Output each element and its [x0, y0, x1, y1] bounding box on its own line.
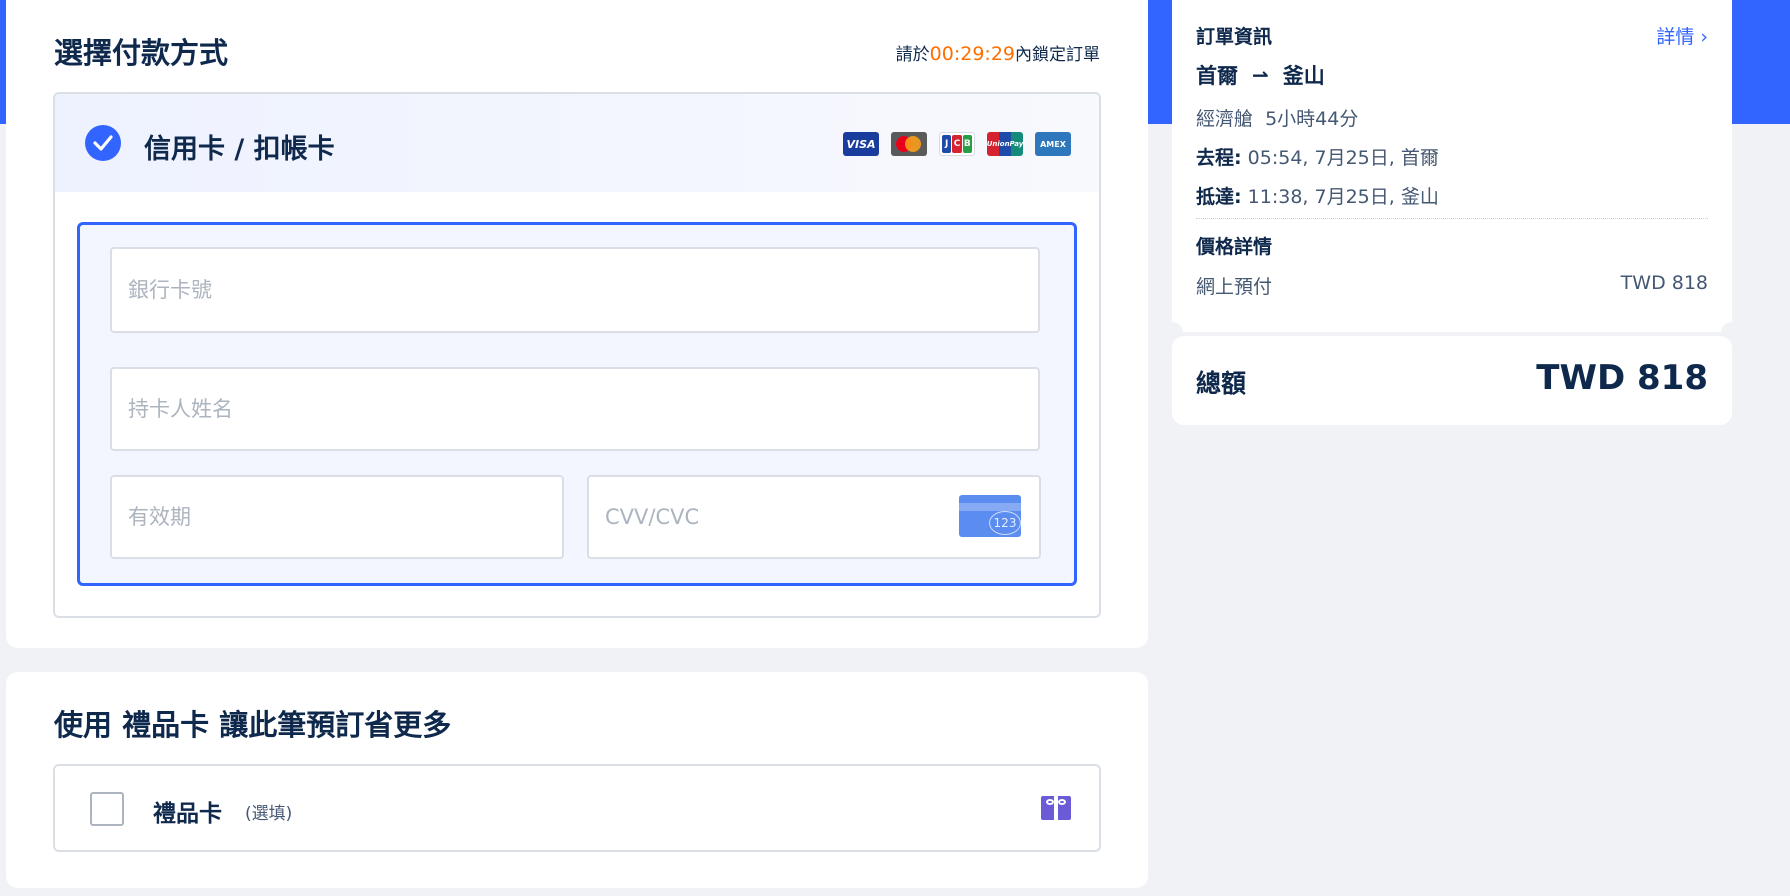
timer-prefix: 請於 [895, 45, 930, 65]
gift-card-label: 禮品卡 [153, 801, 222, 827]
cabin-duration: 經濟艙 5小時44分 [1196, 108, 1359, 130]
unionpay-logo-icon: UnionPay [987, 132, 1023, 156]
arrival-label: 抵達: [1196, 186, 1242, 208]
order-info-title: 訂單資訊 [1196, 26, 1273, 48]
online-prepay-value: TWD 818 [1620, 272, 1708, 294]
card-form: 123 [77, 222, 1077, 586]
card-brand-logos: VISA JCB UnionPay AMEX [843, 132, 1071, 156]
gift-card-optional-note: (選填) [245, 804, 293, 824]
selected-check-icon[interactable] [85, 125, 121, 161]
lock-timer: 請於00:29:29內鎖定訂單 [896, 40, 1100, 65]
cvv-field[interactable]: 123 [587, 475, 1041, 559]
total-value: TWD 818 [1536, 358, 1708, 398]
payment-section: 選擇付款方式 請於00:29:29內鎖定訂單 信用卡 / 扣帳卡 VISA JC… [6, 0, 1148, 648]
cardholder-name-field[interactable] [110, 367, 1040, 451]
mastercard-logo-icon [891, 132, 927, 156]
departure-value: 05:54, 7月25日, 首爾 [1241, 147, 1439, 169]
expiry-field[interactable] [110, 475, 564, 559]
order-summary: 訂單資訊 詳情 › 首爾 ⇀ 釜山 經濟艙 5小時44分 去程: 05:54, … [1161, 0, 1743, 425]
gift-card-checkbox[interactable] [90, 792, 124, 826]
amex-logo-icon: AMEX [1035, 132, 1071, 156]
route-arrow-icon: ⇀ [1252, 63, 1269, 87]
price-details-title: 價格詳情 [1196, 236, 1273, 258]
card-number-field[interactable] [110, 247, 1040, 333]
arrival-info: 抵達: 11:38, 7月25日, 釜山 [1196, 182, 1439, 209]
credit-card-method-header[interactable]: 信用卡 / 扣帳卡 VISA JCB UnionPay AMEX [55, 94, 1099, 192]
departure-label: 去程: [1196, 147, 1242, 169]
total-label: 總額 [1196, 369, 1247, 398]
gift-card-title: 使用 禮品卡 讓此筆預訂省更多 [54, 708, 452, 742]
details-link[interactable]: 詳情 › [1656, 22, 1708, 49]
cardholder-name-input[interactable] [112, 369, 1038, 449]
credit-card-method-label: 信用卡 / 扣帳卡 [144, 134, 335, 165]
cvv-icon-number: 123 [989, 511, 1021, 535]
order-info-panel: 訂單資訊 詳情 › 首爾 ⇀ 釜山 經濟艙 5小時44分 去程: 05:54, … [1172, 0, 1732, 332]
jcb-logo-icon: JCB [939, 132, 975, 156]
gift-card-option[interactable]: 禮品卡 (選填) [53, 764, 1101, 852]
payment-title: 選擇付款方式 [54, 36, 229, 70]
flight-route: 首爾 ⇀ 釜山 [1196, 60, 1325, 90]
route-destination: 釜山 [1282, 64, 1325, 88]
summary-divider [1196, 218, 1708, 219]
credit-card-method: 信用卡 / 扣帳卡 VISA JCB UnionPay AMEX 銀行卡號 持卡… [53, 92, 1101, 618]
total-panel: 總額 TWD 818 [1172, 336, 1732, 425]
route-origin: 首爾 [1196, 64, 1238, 88]
gift-icon [1041, 796, 1071, 820]
arrival-value: 11:38, 7月25日, 釜山 [1241, 186, 1439, 208]
visa-logo-icon: VISA [843, 132, 879, 156]
expiry-input[interactable] [112, 477, 562, 557]
timer-suffix: 內鎖定訂單 [1015, 45, 1100, 65]
card-number-input[interactable] [112, 249, 1038, 331]
departure-info: 去程: 05:54, 7月25日, 首爾 [1196, 143, 1439, 170]
cvv-card-icon: 123 [959, 495, 1021, 537]
online-prepay-label: 網上預付 [1196, 276, 1273, 298]
gift-card-section: 使用 禮品卡 讓此筆預訂省更多 禮品卡 (選填) [6, 672, 1148, 888]
timer-countdown: 00:29:29 [929, 43, 1015, 65]
